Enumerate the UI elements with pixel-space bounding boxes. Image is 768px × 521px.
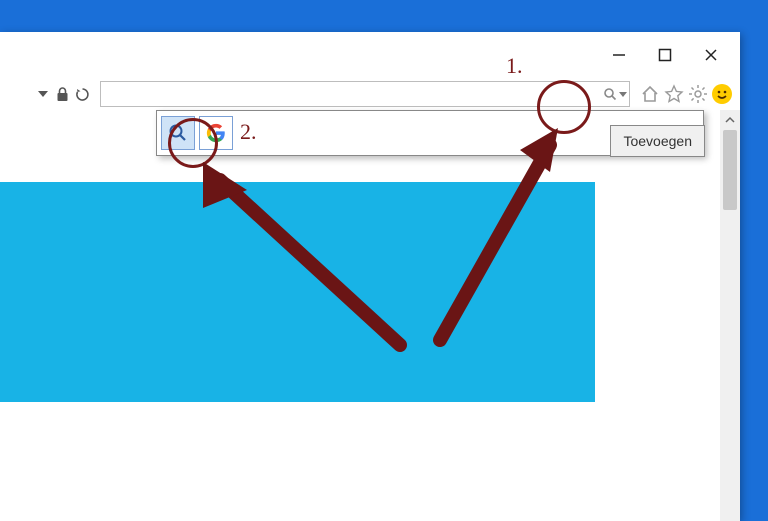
vertical-scrollbar[interactable]: [720, 110, 740, 521]
right-toolbar-group: [640, 84, 732, 104]
annotation-label-1: 1.: [506, 53, 523, 79]
search-engine-selector[interactable]: [603, 84, 627, 104]
search-provider-google[interactable]: [199, 116, 233, 150]
left-toolbar-group: [6, 87, 100, 102]
annotation-label-2: 2.: [240, 119, 257, 145]
search-input[interactable]: [100, 81, 630, 107]
page-content: [0, 110, 740, 521]
close-button[interactable]: [688, 32, 734, 78]
favorites-icon[interactable]: [664, 84, 684, 104]
search-icon: [603, 87, 617, 101]
add-search-engine-button[interactable]: Toevoegen: [610, 125, 705, 157]
scroll-up-button[interactable]: [720, 110, 740, 130]
browser-window: [0, 32, 740, 521]
page-background-block: [0, 182, 595, 402]
maximize-button[interactable]: [642, 32, 688, 78]
history-dropdown-icon[interactable]: [38, 91, 48, 97]
chevron-down-icon: [619, 92, 627, 97]
home-icon[interactable]: [640, 84, 660, 104]
search-engine-dropdown: Toevoegen: [156, 110, 704, 156]
scroll-track[interactable]: [720, 130, 740, 521]
scroll-thumb[interactable]: [723, 130, 737, 210]
toolbar: [0, 78, 740, 111]
minimize-button[interactable]: [596, 32, 642, 78]
title-bar: [0, 32, 740, 78]
search-provider-default[interactable]: [161, 116, 195, 150]
emoji-icon[interactable]: [712, 84, 732, 104]
settings-icon[interactable]: [688, 84, 708, 104]
lock-icon: [56, 87, 69, 102]
add-button-label: Toevoegen: [623, 133, 692, 149]
reload-icon[interactable]: [75, 87, 90, 102]
